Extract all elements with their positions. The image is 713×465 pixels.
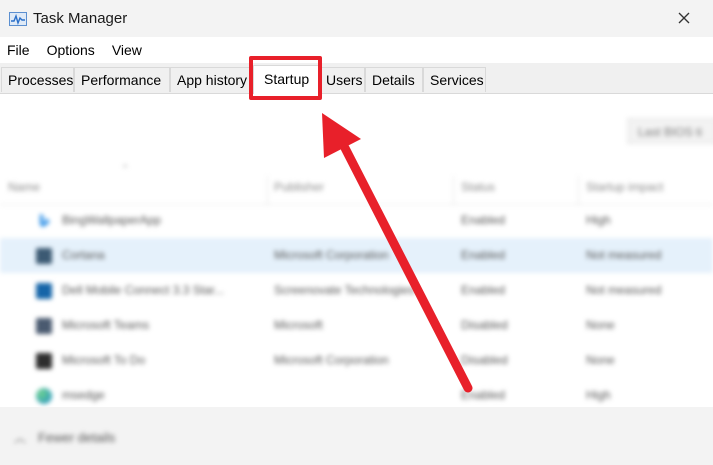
red-arrow-annotation: [322, 113, 473, 393]
